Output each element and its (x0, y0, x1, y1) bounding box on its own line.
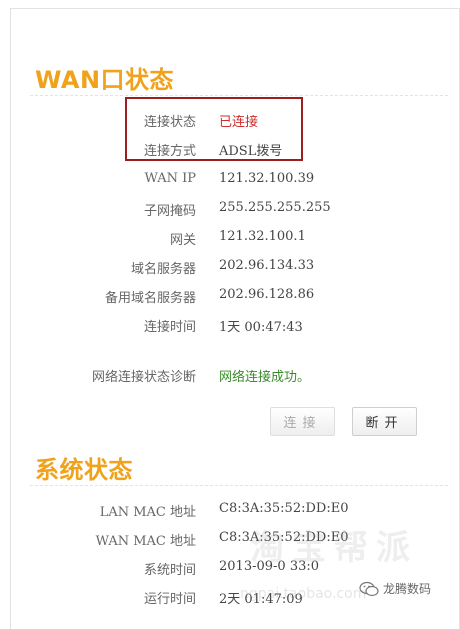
diagnosis-value: 网络连接成功。 (219, 370, 311, 385)
wechat-icon (359, 581, 379, 596)
dns-label: 域名服务器 (130, 262, 196, 277)
dns-value: 202.96.134.33 (219, 258, 315, 273)
lan-mac-value: C8:3A:35:52:DD:E0 (219, 501, 349, 516)
connect-button[interactable]: 连接 (270, 407, 335, 436)
backup-dns-value: 202.96.128.86 (219, 287, 315, 302)
connection-status-value: 已连接 (219, 115, 259, 130)
lan-mac-label: LAN MAC 地址 (99, 505, 196, 520)
connection-type-value: ADSL拨号 (219, 144, 283, 159)
subnet-mask-value: 255.255.255.255 (219, 200, 331, 215)
system-time-label: 系统时间 (143, 563, 196, 578)
wan-ip-label: WAN IP (144, 171, 197, 186)
divider (30, 485, 448, 486)
gateway-value: 121.32.100.1 (219, 229, 306, 244)
watermark: 淘宝帮派 (250, 528, 418, 568)
subnet-mask-label: 子网掩码 (143, 204, 196, 219)
connection-time-label: 连接时间 (143, 320, 196, 335)
connection-type-label: 连接方式 (143, 144, 196, 159)
wan-status-title: WAN口状态 (35, 66, 175, 94)
wan-ip-value: 121.32.100.39 (219, 171, 315, 186)
gateway-label: 网关 (169, 233, 196, 248)
connection-time-value: 1天 00:47:43 (219, 320, 303, 335)
system-status-title: 系统状态 (35, 456, 133, 484)
backup-dns-label: 备用域名服务器 (104, 291, 196, 306)
divider (30, 95, 448, 96)
watermark-url: ngpai.taobao.com (240, 586, 367, 602)
brand-watermark: 龙腾数码 (359, 580, 431, 597)
uptime-label: 运行时间 (143, 592, 196, 607)
connection-status-label: 连接状态 (143, 115, 196, 130)
wan-mac-label: WAN MAC 地址 (95, 534, 196, 549)
diagnosis-label: 网络连接状态诊断 (91, 370, 196, 385)
brand-name: 龙腾数码 (383, 582, 432, 596)
disconnect-button[interactable]: 断开 (352, 407, 417, 436)
